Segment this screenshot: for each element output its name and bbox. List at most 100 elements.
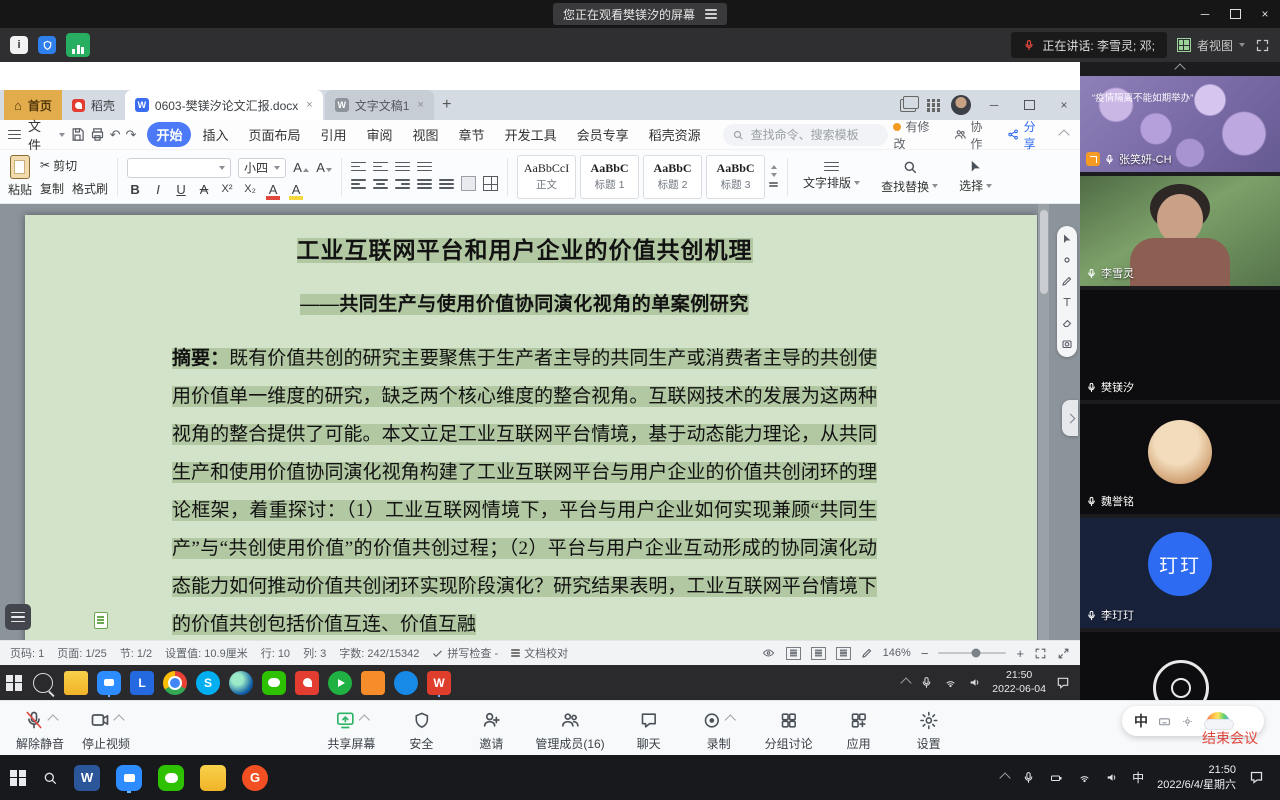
align-justify-icon[interactable] [417, 179, 432, 189]
file-explorer-icon[interactable] [64, 671, 88, 695]
outdent-icon[interactable] [395, 162, 410, 172]
apps-button[interactable]: 应用 [833, 708, 885, 752]
notification-icon[interactable] [1056, 676, 1070, 690]
view-mode-page-icon[interactable] [786, 647, 801, 660]
wps-restore-button[interactable] [1017, 100, 1041, 110]
line-spacing-icon[interactable] [439, 179, 454, 189]
wps-close-button[interactable]: × [1052, 98, 1076, 112]
participant-tile[interactable]: 魏誉铭 [1080, 404, 1280, 514]
local-clock[interactable]: 21:50 2022/6/4/星期六 [1157, 763, 1236, 793]
hidden-icons-chevron[interactable] [901, 677, 912, 688]
tab-list-icon[interactable] [900, 99, 916, 112]
underline-button[interactable]: U [173, 183, 189, 196]
ribbon-tab-page-layout[interactable]: 页面布局 [239, 122, 309, 147]
ime-lang-indicator[interactable]: 中 [1134, 711, 1148, 731]
meeting-app-icon[interactable] [97, 671, 121, 695]
zoom-out-button[interactable]: − [921, 646, 929, 661]
skype-icon[interactable]: S [196, 671, 220, 695]
word-app-icon[interactable]: W [74, 765, 100, 791]
taskbar-app-icon[interactable] [295, 671, 319, 695]
share-screen-button[interactable]: 共享屏幕 [325, 708, 377, 752]
chevron-up-icon[interactable] [113, 714, 124, 725]
meeting-app-icon[interactable] [116, 765, 142, 791]
save-annotation-icon[interactable] [1061, 338, 1073, 350]
action-center-icon[interactable] [1249, 770, 1264, 785]
invite-button[interactable]: 邀请 [465, 708, 517, 752]
floating-list-widget[interactable] [5, 604, 31, 630]
hamburger-icon[interactable] [8, 127, 21, 142]
minimize-button[interactable]: ─ [1190, 0, 1220, 28]
settings-button[interactable]: 设置 [903, 708, 955, 752]
wps-minimize-button[interactable]: ─ [982, 98, 1006, 112]
info-icon[interactable]: i [10, 36, 28, 54]
laser-pointer-icon[interactable] [1061, 254, 1073, 266]
eraser-icon[interactable] [1061, 317, 1073, 329]
tab-document[interactable]: W 文字文稿1 × [325, 90, 434, 120]
bold-button[interactable]: B [127, 183, 143, 196]
start-button[interactable] [10, 770, 26, 786]
mic-icon[interactable] [920, 676, 933, 689]
expand-icon[interactable] [1057, 647, 1070, 660]
numbered-list-icon[interactable] [373, 162, 388, 172]
sidebar-collapse-arrow[interactable] [1080, 62, 1280, 76]
wps-app-icon[interactable]: W [427, 671, 451, 695]
edit-pencil-icon[interactable] [861, 647, 873, 659]
stats-icon[interactable] [66, 33, 90, 57]
find-replace-tool[interactable]: 查找替换 [875, 159, 944, 195]
fit-page-icon[interactable] [1034, 647, 1047, 660]
close-button[interactable]: × [1250, 0, 1280, 28]
ribbon-tab-insert[interactable]: 插入 [193, 122, 237, 147]
ribbon-tab-view[interactable]: 视图 [404, 122, 448, 147]
scrollbar-thumb[interactable] [1040, 210, 1048, 294]
security-button[interactable]: 安全 [395, 708, 447, 752]
paste-button[interactable]: 粘贴 [8, 155, 32, 198]
vertical-scrollbar[interactable] [1038, 204, 1049, 640]
ribbon-tab-sections[interactable]: 章节 [450, 122, 494, 147]
wechat-icon[interactable] [262, 671, 286, 695]
ribbon-tab-dev-tools[interactable]: 开发工具 [496, 122, 566, 147]
manage-members-button[interactable]: 管理成员(16) [535, 708, 604, 752]
share-button[interactable]: 分享 [1007, 118, 1047, 152]
view-mode-toggle[interactable]: 者视图 [1177, 37, 1245, 54]
zoom-slider[interactable] [938, 652, 1006, 655]
unmute-button[interactable]: 解除静音 [14, 708, 66, 752]
copy-button[interactable]: 复制 [40, 180, 64, 197]
ime-indicator[interactable]: 中 [1132, 769, 1144, 786]
chevron-up-icon[interactable] [725, 714, 736, 725]
shield-icon[interactable] [38, 36, 56, 54]
wechat-icon[interactable] [158, 765, 184, 791]
edge-icon[interactable] [229, 671, 253, 695]
select-tool[interactable]: 选择 [953, 159, 998, 194]
breakout-rooms-button[interactable]: 分组讨论 [763, 708, 815, 752]
zoom-slider-knob[interactable] [972, 649, 981, 658]
end-meeting-button[interactable]: 结束会议 [1202, 728, 1258, 748]
tab-document-active[interactable]: W 0603-樊镁汐论文汇报.docx × [125, 90, 323, 120]
keyboard-icon[interactable] [1158, 715, 1171, 728]
save-icon[interactable] [70, 127, 85, 142]
record-button[interactable]: 录制 [693, 708, 745, 752]
watching-banner[interactable]: 您正在观看樊镁汐的屏幕 [553, 3, 727, 25]
wifi-icon[interactable] [943, 677, 958, 689]
ribbon-tab-review[interactable]: 审阅 [358, 122, 402, 147]
view-mode-web-icon[interactable] [811, 647, 826, 660]
account-avatar[interactable] [951, 95, 971, 115]
style-heading1[interactable]: AaBbC 标题 1 [580, 155, 639, 199]
shading-icon[interactable] [461, 176, 476, 191]
menu-file[interactable]: 文件 [28, 116, 54, 154]
chrome-icon[interactable] [163, 671, 187, 695]
align-center-icon[interactable] [373, 179, 388, 189]
document-page[interactable]: 工业互联网平台和用户企业的价值共创机理 ——共同生产与使用价值协同演化视角的单案… [25, 215, 1037, 640]
tab-close-icon[interactable]: × [417, 99, 423, 111]
chevron-up-icon[interactable] [358, 714, 369, 725]
new-tab-button[interactable]: + [434, 90, 460, 120]
highlight-color-button[interactable]: A [288, 183, 304, 196]
text-layout-tool[interactable]: 文字排版 [797, 162, 866, 192]
volume-icon[interactable] [968, 676, 982, 689]
participant-tile[interactable]: “疫情隔离不能如期举办” 张笑妍-CH [1080, 76, 1280, 172]
status-word-count[interactable]: 字数: 242/15342 [339, 645, 419, 661]
file-explorer-icon[interactable] [200, 765, 226, 791]
fullscreen-icon[interactable] [1255, 38, 1270, 53]
participant-tile[interactable]: 玎玎 李玎玎 [1080, 518, 1280, 628]
tools-icon[interactable] [1181, 715, 1194, 728]
gallery-up-icon[interactable] [771, 165, 777, 169]
